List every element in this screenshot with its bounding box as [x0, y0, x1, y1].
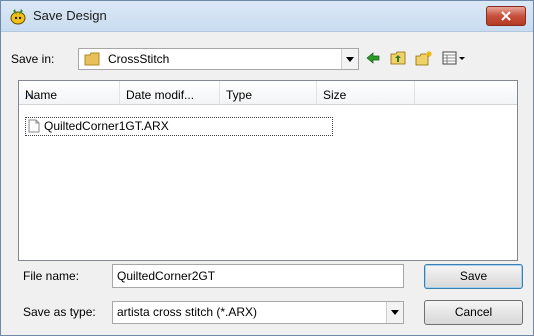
save-in-label: Save in:	[11, 52, 55, 66]
view-menu-icon[interactable]	[439, 48, 469, 68]
column-header-size[interactable]: Size	[317, 81, 415, 105]
close-button[interactable]	[486, 6, 526, 26]
file-list[interactable]: Name Date modif... Type Size QuiltedCorn…	[18, 80, 518, 261]
new-folder-icon[interactable]	[412, 48, 434, 68]
file-list-item[interactable]: QuiltedCorner1GT.ARX	[25, 117, 333, 136]
file-icon	[28, 119, 40, 136]
app-logo-icon	[9, 7, 27, 25]
save-as-type-dropdown[interactable]: artista cross stitch (*.ARX)	[112, 301, 404, 324]
column-header-label: Size	[323, 88, 347, 102]
column-header-name[interactable]: Name	[19, 81, 120, 105]
file-name-input[interactable]: QuiltedCorner2GT	[112, 264, 404, 288]
chevron-down-icon[interactable]	[386, 302, 403, 323]
cancel-button[interactable]: Cancel	[424, 300, 523, 325]
file-name-label: File name:	[23, 269, 80, 283]
title-bar[interactable]: Save Design	[1, 1, 533, 32]
save-as-type-value: artista cross stitch (*.ARX)	[117, 305, 258, 319]
window-title: Save Design	[33, 8, 107, 23]
save-in-dropdown[interactable]: CrossStitch	[78, 48, 359, 70]
file-name-value: QuiltedCorner2GT	[117, 269, 216, 283]
column-header-label: Name	[25, 88, 58, 102]
column-header-label: Type	[226, 88, 253, 102]
save-design-dialog: Save Design Save in: CrossStitch Name Da…	[0, 0, 534, 336]
save-button[interactable]: Save	[424, 264, 523, 289]
save-as-type-label: Save as type:	[23, 305, 96, 319]
file-name-text: QuiltedCorner1GT.ARX	[44, 119, 169, 133]
save-in-value: CrossStitch	[108, 52, 170, 66]
column-header-label: Date modif...	[126, 88, 195, 102]
close-icon	[501, 11, 511, 21]
column-header-filler	[415, 81, 517, 105]
folder-icon	[84, 52, 100, 69]
chevron-down-icon[interactable]	[341, 49, 358, 69]
column-header-type[interactable]: Type	[220, 81, 317, 105]
up-folder-icon[interactable]	[387, 48, 409, 68]
back-arrow-icon[interactable]	[362, 48, 384, 68]
column-header-date[interactable]: Date modif...	[120, 81, 220, 105]
